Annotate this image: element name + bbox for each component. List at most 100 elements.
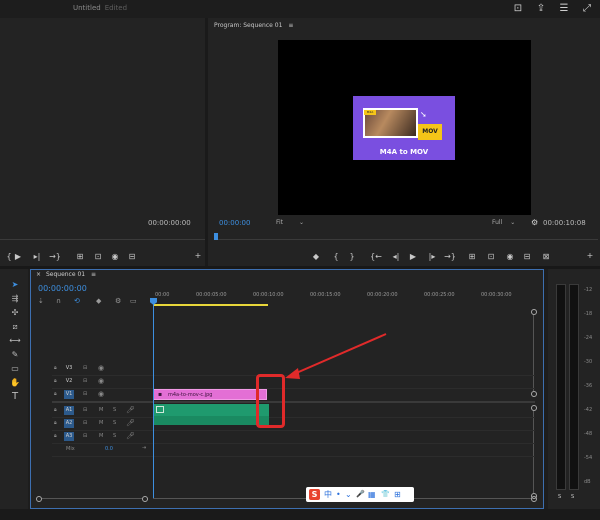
work-area-bar[interactable] xyxy=(153,304,268,306)
quick-export-icon[interactable]: ⊡ xyxy=(511,2,525,16)
lock-icon[interactable]: 🔒︎ xyxy=(54,365,57,371)
solo-button[interactable]: S xyxy=(113,420,116,426)
solo-button[interactable]: S xyxy=(113,433,116,439)
selection-tool-icon[interactable]: ➤ xyxy=(8,279,22,291)
track-a2-header[interactable]: 🔒︎ A2 ⊟ M S 🎤︎ xyxy=(52,418,153,430)
mute-button[interactable]: M xyxy=(99,433,103,439)
go-to-in-icon[interactable]: {← xyxy=(370,252,382,261)
lock-icon[interactable]: 🔒︎ xyxy=(54,420,57,426)
track-a1-label[interactable]: A1 xyxy=(64,406,74,415)
lift-icon[interactable]: ⊞ xyxy=(466,252,478,261)
add-button-icon[interactable]: + xyxy=(192,251,204,260)
multicam-icon[interactable]: ⊠ xyxy=(540,252,552,261)
captions-icon[interactable]: ▭ xyxy=(130,297,137,305)
track-v3-label[interactable]: V3 xyxy=(64,364,74,373)
video-clip[interactable]: ▪ m4a-to-mov-c.jpg xyxy=(153,389,267,400)
microphone-icon[interactable]: 🎤︎ xyxy=(126,406,135,414)
program-ruler[interactable] xyxy=(214,230,598,240)
video-scroll-track[interactable] xyxy=(533,315,534,391)
sequence-tab[interactable]: × Sequence 01 ≡ xyxy=(36,271,96,278)
step-back-icon[interactable]: ◂| xyxy=(390,252,402,261)
track-v3-header[interactable]: 🔒︎ V3 ⊟ ◉ xyxy=(52,363,153,375)
linked-selection-icon[interactable]: ⟲ xyxy=(74,297,80,305)
camera-icon[interactable]: ◉ xyxy=(504,252,516,261)
track-v2-header[interactable]: 🔒︎ V2 ⊟ ◉ xyxy=(52,376,153,388)
ime-punctuation-icon[interactable]: • xyxy=(336,489,341,500)
fullscreen-icon[interactable]: ⤢ xyxy=(580,2,594,16)
add-marker-icon[interactable]: ◆ xyxy=(310,252,322,261)
mute-button[interactable]: M xyxy=(99,407,103,413)
track-v2-label[interactable]: V2 xyxy=(64,377,74,386)
track-a2-label[interactable]: A2 xyxy=(64,419,74,428)
settings-icon[interactable]: ☰ xyxy=(557,2,571,16)
microphone-icon[interactable]: 🎤︎ xyxy=(126,432,135,440)
audio-scroll-track[interactable] xyxy=(533,411,534,493)
snap-icon[interactable]: ∩ xyxy=(56,297,61,305)
quality-select[interactable]: Full ⌄ xyxy=(492,219,515,226)
lock-icon[interactable]: 🔒︎ xyxy=(54,407,57,413)
hand-tool-icon[interactable]: ✋ xyxy=(8,377,22,389)
step-forward-icon[interactable]: |▸ xyxy=(426,252,438,261)
track-a3-header[interactable]: 🔒︎ A3 ⊟ M S 🎤︎ xyxy=(52,431,153,443)
scroll-handle[interactable] xyxy=(142,496,148,502)
ime-chinese-mode[interactable]: 中 xyxy=(324,489,332,500)
step-forward-icon[interactable]: ▸| xyxy=(31,252,43,261)
track-select-tool-icon[interactable]: ⇶ xyxy=(8,293,22,305)
wrench-icon[interactable]: ⚙ xyxy=(531,218,538,227)
add-marker-icon[interactable]: ◆ xyxy=(96,297,101,305)
wrench-icon[interactable]: ⚙ xyxy=(115,297,121,305)
eye-icon[interactable]: ◉ xyxy=(98,377,104,385)
sync-icon[interactable]: ⊟ xyxy=(83,433,87,439)
share-icon[interactable]: ⇪ xyxy=(534,2,548,16)
sync-icon[interactable]: ⊟ xyxy=(83,365,87,371)
fit-select[interactable]: Fit ⌄ xyxy=(276,219,304,226)
sync-icon[interactable]: ⊟ xyxy=(83,378,87,384)
ime-keyboard-icon[interactable]: ▦ xyxy=(368,489,376,500)
eye-icon[interactable]: ◉ xyxy=(98,364,104,372)
lock-icon[interactable]: 🔒︎ xyxy=(54,378,57,384)
solo-left-button[interactable]: S xyxy=(558,494,561,500)
mute-button[interactable]: M xyxy=(99,420,103,426)
type-tool-icon[interactable]: T xyxy=(8,391,22,403)
program-menu-icon[interactable]: ≡ xyxy=(288,22,293,29)
button-editor-icon[interactable]: ⊟ xyxy=(126,252,138,261)
lock-icon[interactable]: 🔒︎ xyxy=(54,433,57,439)
audio-clip-a1[interactable] xyxy=(153,404,269,416)
program-timecode-in[interactable]: 00:00:00 xyxy=(219,219,250,227)
ime-emoji-icon[interactable]: ⌄ xyxy=(345,489,352,500)
razor-tool-icon[interactable]: ⧄ xyxy=(8,321,22,333)
add-button-icon[interactable]: + xyxy=(584,251,596,260)
sync-icon[interactable]: ⊟ xyxy=(83,391,87,397)
solo-button[interactable]: S xyxy=(113,407,116,413)
play-icon[interactable]: ▶ xyxy=(12,252,24,261)
audio-clip-a1-lower[interactable] xyxy=(153,416,269,425)
compare-icon[interactable]: ⊟ xyxy=(521,252,533,261)
go-to-out-icon[interactable]: →} xyxy=(444,252,456,261)
mark-in-icon[interactable]: { xyxy=(330,252,342,261)
track-a3-label[interactable]: A3 xyxy=(64,432,74,441)
track-v1-label[interactable]: V1 xyxy=(64,390,74,399)
sequence-menu-icon[interactable]: ≡ xyxy=(91,271,96,278)
go-to-out-icon[interactable]: →} xyxy=(49,252,61,261)
video-audio-divider[interactable] xyxy=(52,401,535,403)
rectangle-tool-icon[interactable]: ▭ xyxy=(8,363,22,375)
scroll-handle[interactable] xyxy=(531,391,537,397)
overwrite-icon[interactable]: ⊡ xyxy=(92,252,104,261)
program-playhead[interactable] xyxy=(214,233,218,240)
extract-icon[interactable]: ⊡ xyxy=(485,252,497,261)
timeline-timecode[interactable]: 00:00:00:00 xyxy=(38,284,87,293)
horizontal-scroll-track-left[interactable] xyxy=(42,498,142,499)
eye-icon[interactable]: ◉ xyxy=(98,390,104,398)
slip-tool-icon[interactable]: ⟷ xyxy=(8,335,22,347)
pen-tool-icon[interactable]: ✎ xyxy=(8,349,22,361)
scroll-handle[interactable] xyxy=(531,496,537,502)
insert-nest-icon[interactable]: ⇣ xyxy=(38,297,44,305)
ime-logo-icon[interactable]: S xyxy=(309,489,320,500)
scroll-handle[interactable] xyxy=(36,496,42,502)
mark-out-icon[interactable]: } xyxy=(346,252,358,261)
play-icon[interactable]: ▶ xyxy=(407,252,419,261)
source-ruler[interactable] xyxy=(0,230,205,240)
track-v1-header[interactable]: 🔒︎ V1 ⊟ ◉ xyxy=(52,389,153,401)
lock-icon[interactable]: 🔒︎ xyxy=(54,391,57,397)
ime-toolbox-icon[interactable]: ⊞ xyxy=(394,489,401,500)
